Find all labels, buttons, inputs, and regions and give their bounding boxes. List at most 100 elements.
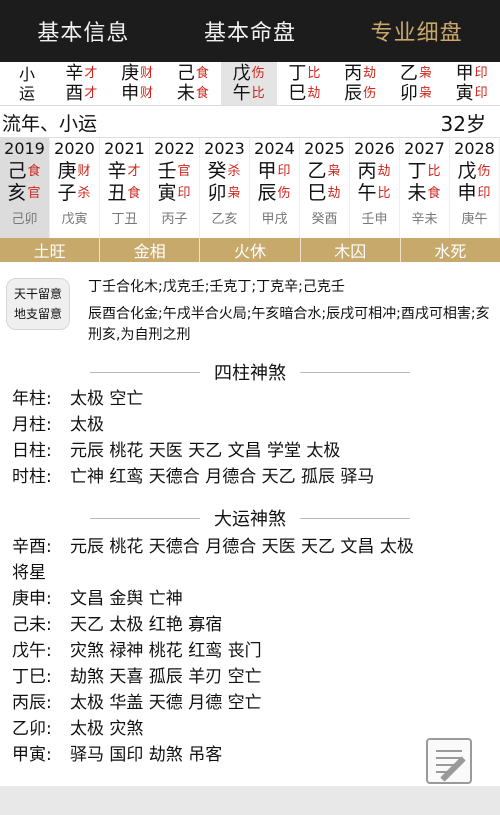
year-column[interactable]: 2020 庚财子杀 戊寅	[50, 138, 100, 238]
year-branch-god: 食	[427, 185, 441, 201]
xiaoyun-ganzhi: 乙亥	[211, 212, 238, 227]
liunian-title: 流年、小运	[2, 113, 98, 135]
year-label: 2025	[304, 139, 345, 158]
wuxing-metal: 金相	[100, 238, 201, 262]
year-column[interactable]: 2028 戊伤申印 庚午	[450, 138, 500, 238]
year-stem-god: 比	[427, 163, 441, 179]
xiaoyun-ganzhi: 癸酉	[311, 212, 338, 227]
year-column[interactable]: 2022 壬官寅印 丙子	[150, 138, 200, 238]
bottom-bar	[0, 786, 500, 815]
list-item: 辛酉: 元辰 桃花 天德合 月德合 天医 天乙 文昌 太极	[12, 534, 490, 560]
dayun-cell-selected[interactable]: 戊伤午比	[221, 62, 277, 105]
year-label: 2027	[404, 139, 445, 158]
dayun-stem-god: 劫	[363, 66, 377, 81]
dayun-branch-god: 食	[195, 86, 209, 101]
dayun-cell[interactable]: 庚财申财	[110, 62, 166, 105]
current-age: 32岁	[440, 112, 486, 136]
section-title: 大运神煞	[214, 509, 286, 530]
shensha-values: 亡神 红鸾 天德合 月德合 天乙 孤辰 驿马	[70, 467, 375, 487]
shensha-values: 元辰 桃花 天德合 月德合 天医 天乙 文昌 太极	[70, 537, 414, 557]
dayun-label: 乙卯:	[12, 719, 52, 739]
year-column[interactable]: 2023 癸杀卯枭 乙亥	[200, 138, 250, 238]
year-stem: 乙	[307, 160, 327, 182]
pillar-label: 年柱:	[12, 389, 52, 409]
year-stem: 甲	[257, 160, 277, 182]
year-column-selected[interactable]: 2019 己食亥官 己卯	[0, 138, 50, 238]
year-column[interactable]: 2025 乙枭巳劫 癸酉	[300, 138, 350, 238]
year-branch: 辰	[257, 182, 277, 204]
dayun-shensha-header: 大运神煞	[0, 506, 500, 530]
dayun-cell[interactable]: 丙劫辰伤	[333, 62, 389, 105]
year-stem: 癸	[207, 160, 227, 182]
badge-tiangan: 天干留意	[13, 287, 62, 301]
dayun-cell[interactable]: 甲印寅印	[444, 62, 500, 105]
dayun-branch-god: 枭	[418, 86, 432, 101]
sizhu-shensha-list: 年柱: 太极 空亡 月柱: 太极 日柱: 元辰 桃花 天医 天乙 文昌 学堂 太极 时…	[12, 386, 490, 490]
dayun-branch: 未	[176, 82, 195, 104]
dayun-stem: 辛	[65, 62, 84, 84]
year-column[interactable]: 2027 丁比未食 辛未	[400, 138, 450, 238]
dayun-branch: 申	[121, 82, 140, 104]
year-column[interactable]: 2024 甲印辰伤 甲戌	[250, 138, 300, 238]
wuxing-status-bar: 土旺 金相 火休 木囚 水死	[0, 238, 500, 262]
dayun-stem: 庚	[121, 62, 140, 84]
year-branch-god: 伤	[277, 185, 291, 201]
dayun-cell[interactable]: 丁比巳劫	[277, 62, 333, 105]
year-stem-god: 官	[177, 163, 191, 179]
dayun-cell[interactable]: 己食未食	[166, 62, 222, 105]
year-branch-god: 比	[377, 185, 391, 201]
shensha-values: 太极	[70, 415, 104, 435]
dayun-stem: 丙	[344, 62, 363, 84]
liunian-header: 流年、小运 32岁	[0, 108, 500, 138]
list-item: 月柱: 太极	[12, 412, 490, 438]
year-stem-god: 伤	[477, 163, 491, 179]
year-stem: 丙	[357, 160, 377, 182]
dayun-cell[interactable]: 辛才酉才	[54, 62, 110, 105]
year-column[interactable]: 2021 辛才丑食 丁丑	[100, 138, 150, 238]
dayun-stem-god: 食	[195, 66, 209, 81]
dayun-branch: 午	[232, 82, 251, 104]
list-item: 将星	[12, 560, 490, 586]
shensha-values: 灾煞 禄神 桃花 红鸾 丧门	[70, 641, 262, 661]
shensha-values: 文昌 金舆 亡神	[70, 589, 183, 609]
year-stem-god: 印	[277, 163, 291, 179]
shensha-values: 将星	[12, 563, 46, 583]
dayun-stem: 甲	[455, 62, 474, 84]
tab-basic-info[interactable]: 基本信息	[0, 0, 167, 62]
year-stem-god: 财	[77, 163, 91, 179]
xiaoyun-ganzhi: 甲戌	[261, 212, 288, 227]
liunian-years: 2019 己食亥官 己卯 2020 庚财子杀 戊寅 2021 辛才丑食 丁丑 2…	[0, 138, 500, 238]
list-item: 己未: 天乙 太极 红艳 寡宿	[12, 612, 490, 638]
dayun-cell[interactable]: 乙枭卯枭	[389, 62, 445, 105]
dayun-label: 丁巳:	[12, 667, 52, 687]
pillar-label: 时柱:	[12, 467, 52, 487]
xiaoyun-ganzhi: 戊寅	[61, 212, 88, 227]
divider	[300, 371, 410, 373]
pillar-label: 月柱:	[12, 415, 52, 435]
note-line	[436, 750, 462, 752]
year-label: 2019	[4, 139, 45, 158]
dayun-label: 戊午:	[12, 641, 52, 661]
divider	[90, 517, 200, 519]
tab-detailed-chart[interactable]: 专业细盘	[333, 0, 500, 62]
xiaoyun-label: 小 运	[0, 62, 54, 105]
year-branch-god: 食	[127, 185, 141, 201]
tab-basic-chart[interactable]: 基本命盘	[167, 0, 334, 62]
year-column[interactable]: 2026 丙劫午比 壬申	[350, 138, 400, 238]
year-stem-god: 才	[127, 163, 141, 179]
top-tab-bar: 基本信息 基本命盘 专业细盘	[0, 0, 500, 62]
xiaoyun-label-bottom: 运	[18, 83, 35, 103]
year-branch: 卯	[207, 182, 227, 204]
dayun-branch: 辰	[344, 82, 363, 104]
edit-note-icon[interactable]	[426, 738, 472, 784]
xiaoyun-ganzhi: 辛未	[411, 212, 438, 227]
year-label: 2020	[54, 139, 95, 158]
year-branch: 亥	[7, 182, 27, 204]
list-item: 甲寅: 驿马 国印 劫煞 吊客	[12, 742, 490, 768]
tiangan-relations: 丁壬合化木;戊克壬;壬克丁;丁克辛;己克壬	[88, 279, 345, 295]
year-branch-god: 印	[177, 185, 191, 201]
dayun-label: 庚申:	[12, 589, 52, 609]
year-label: 2021	[104, 139, 145, 158]
wuxing-water: 水死	[434, 242, 467, 261]
dizhi-relations: 辰酉合化金;午戌半合火局;午亥暗合水;辰戌可相冲;酉戌可相害;亥刑亥,为自刑之刑	[88, 306, 490, 343]
